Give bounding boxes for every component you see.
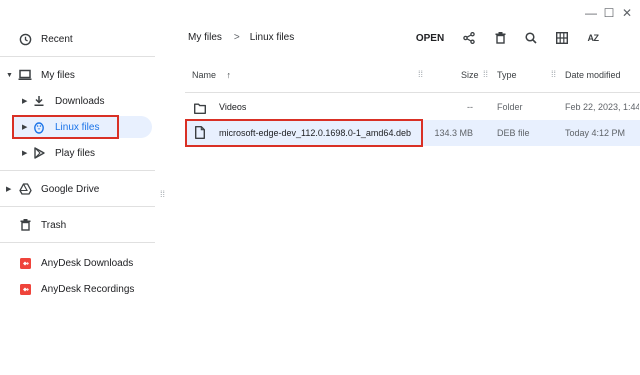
sidebar-item-trash[interactable]: Trash	[0, 214, 155, 236]
sort-az-icon[interactable]: AZ	[583, 30, 603, 46]
maximize-button[interactable]: ☐	[602, 6, 616, 20]
column-label: Name	[192, 70, 217, 80]
file-date: Today 4:12 PM	[565, 128, 626, 138]
divider	[0, 170, 155, 171]
sidebar-item-google-drive[interactable]: ▶ Google Drive	[0, 178, 155, 200]
sidebar-item-label: Play files	[55, 147, 96, 159]
divider	[0, 242, 155, 243]
close-button[interactable]: ✕	[620, 6, 634, 20]
sidebar-item-play-files[interactable]: ▶ Play files	[0, 142, 155, 164]
open-button[interactable]: OPEN	[414, 30, 446, 46]
sidebar-resize-handle[interactable]: ⁞⁞	[160, 190, 165, 199]
column-header-name[interactable]: Name ↑	[192, 70, 231, 80]
clock-icon	[17, 31, 33, 47]
folder-icon	[194, 101, 206, 119]
sidebar-item-label: Trash	[41, 219, 67, 231]
header-divider	[185, 92, 640, 93]
expand-caret-icon[interactable]: ▼	[6, 72, 13, 79]
column-header-type[interactable]: Type	[497, 70, 517, 80]
file-size: --	[467, 102, 473, 112]
file-type: Folder	[497, 102, 523, 112]
delete-icon[interactable]	[492, 30, 508, 46]
chevron-right-icon: >	[233, 32, 240, 43]
grid-view-icon[interactable]	[554, 30, 570, 46]
sort-arrow-icon: ↑	[226, 70, 232, 80]
sidebar-item-label: Google Drive	[41, 183, 100, 195]
sidebar-item-label: Recent	[41, 33, 73, 45]
sidebar-item-label: AnyDesk Recordings	[41, 283, 135, 295]
highlight-box	[185, 119, 423, 147]
column-header-date[interactable]: Date modified	[565, 70, 621, 80]
sidebar-item-label: AnyDesk Downloads	[41, 257, 134, 269]
download-icon	[31, 93, 47, 109]
file-date: Feb 22, 2023, 1:44 ...	[565, 102, 639, 112]
sidebar-item-recent[interactable]: Recent	[0, 28, 155, 50]
anydesk-icon	[17, 255, 33, 271]
file-type: DEB file	[497, 128, 530, 138]
column-resize-handle[interactable]: ⁞⁞	[551, 69, 556, 79]
play-store-icon	[31, 145, 47, 161]
breadcrumb-linux-files: Linux files	[249, 32, 295, 43]
sidebar-item-label: Downloads	[55, 95, 105, 107]
file-size: 134.3 MB	[434, 128, 473, 138]
file-row[interactable]: Videos -- Folder Feb 22, 2023, 1:44 ...	[185, 94, 640, 120]
column-header-size[interactable]: Size	[461, 70, 479, 80]
collapse-caret-icon[interactable]: ▶	[22, 97, 27, 105]
search-icon[interactable]	[523, 30, 539, 46]
google-drive-icon	[17, 181, 33, 197]
sidebar-item-my-files[interactable]: ▼ My files	[0, 64, 155, 86]
column-resize-handle[interactable]: ⁞⁞	[483, 69, 488, 79]
file-name: Videos	[219, 102, 247, 112]
highlight-box	[12, 115, 119, 139]
collapse-caret-icon[interactable]: ▶	[22, 149, 27, 157]
minimize-button[interactable]: —	[584, 6, 598, 20]
sidebar-item-downloads[interactable]: ▶ Downloads	[0, 90, 155, 112]
trash-icon	[17, 217, 33, 233]
breadcrumb-my-files[interactable]: My files	[188, 32, 222, 43]
sidebar-item-anydesk-recordings[interactable]: AnyDesk Recordings	[0, 278, 155, 300]
share-icon[interactable]	[461, 30, 477, 46]
anydesk-icon	[17, 281, 33, 297]
sidebar: Recent ▼ My files ▶ Downloads ▶ Linux fi…	[0, 0, 155, 375]
breadcrumb: My files > Linux files	[188, 32, 294, 43]
sidebar-item-label: My files	[41, 69, 75, 81]
divider	[0, 206, 155, 207]
divider	[0, 56, 155, 57]
column-resize-handle[interactable]: ⁞⁞	[418, 69, 423, 79]
sidebar-item-anydesk-downloads[interactable]: AnyDesk Downloads	[0, 252, 155, 274]
laptop-icon	[17, 67, 33, 83]
collapse-caret-icon[interactable]: ▶	[6, 185, 11, 193]
